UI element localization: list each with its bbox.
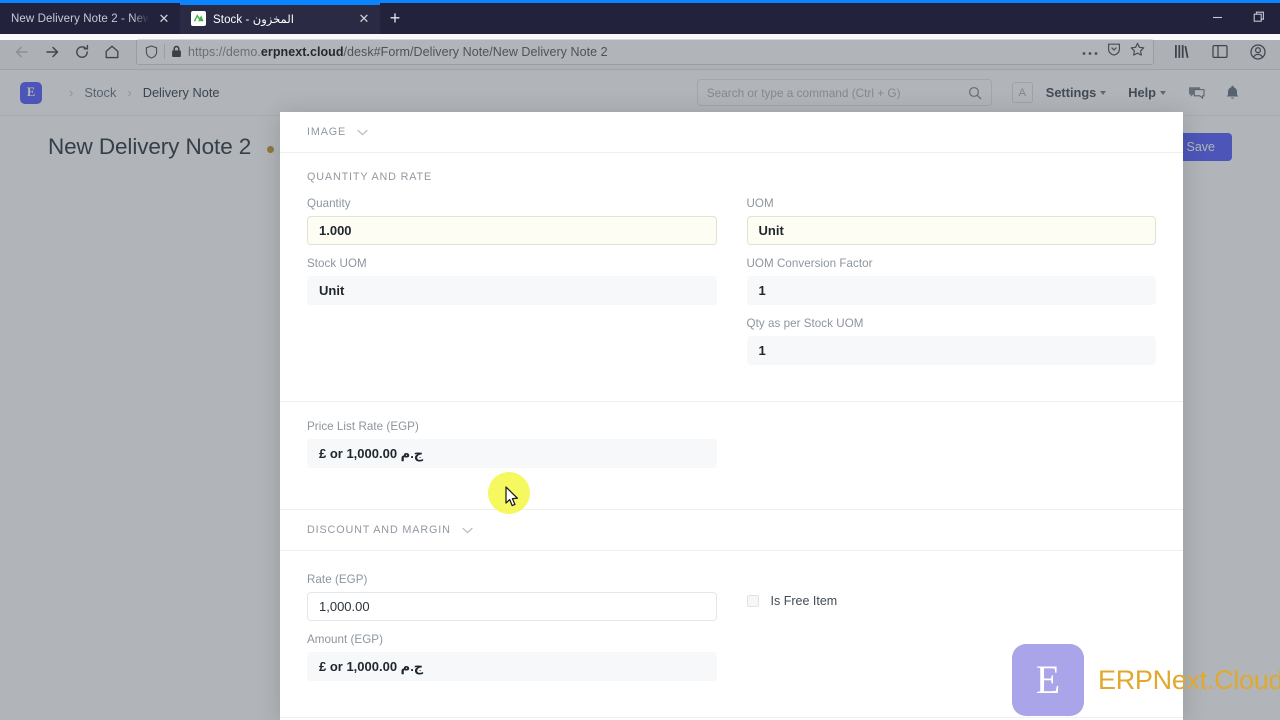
watermark: E ERPNext.Cloud	[1012, 644, 1280, 716]
chevron-down-icon[interactable]	[357, 129, 368, 136]
qty-as-per-stock-uom-value: 1	[746, 336, 1156, 365]
erpnext-favicon-icon	[191, 11, 206, 26]
image-section-label: IMAGE	[307, 126, 347, 138]
field-quantity: Quantity 1.000	[307, 197, 717, 245]
window-controls	[1196, 0, 1280, 34]
field-stock-uom: Stock UOM Unit	[307, 257, 717, 305]
field-price-list-rate-label: Price List Rate (EGP)	[307, 420, 419, 433]
discount-margin-section-label: DISCOUNT AND MARGIN	[307, 524, 451, 536]
browser-window: New Delivery Note 2 - New Del ✕ Stock - …	[0, 0, 1280, 720]
browser-tab-2[interactable]: Stock - المخزون ✕	[180, 3, 380, 34]
chevron-down-icon[interactable]	[462, 527, 473, 534]
price-list-rate-right-column	[747, 420, 1157, 480]
price-list-rate-left-column: Price List Rate (EGP) £ or 1,000.00 ج.م	[307, 420, 717, 480]
rate-amount-left-column: Rate (EGP) 1,000.00 Amount (EGP) £ or 1,…	[307, 573, 717, 693]
field-stock-uom-label: Stock UOM	[307, 257, 367, 270]
field-qty-as-per-stock-uom-label: Qty as per Stock UOM	[746, 317, 864, 330]
amount-value: £ or 1,000.00 ج.م	[307, 652, 717, 681]
field-uom-conversion-factor-label: UOM Conversion Factor	[746, 257, 873, 270]
field-rate-label: Rate (EGP)	[307, 573, 368, 586]
rate-input[interactable]: 1,000.00	[307, 592, 717, 621]
quantity-input[interactable]: 1.000	[307, 216, 717, 245]
new-tab-button[interactable]: +	[380, 3, 410, 34]
close-icon[interactable]: ✕	[356, 11, 372, 27]
quantity-rate-section-header: QUANTITY AND RATE	[307, 157, 1156, 197]
field-uom-conversion-factor: UOM Conversion Factor 1	[746, 257, 1156, 305]
quantity-rate-grid: Quantity 1.000 Stock UOM Unit UOM Unit U…	[280, 197, 1183, 377]
field-qty-as-per-stock-uom: Qty as per Stock UOM 1	[746, 317, 1156, 365]
browser-tab-1-title: New Delivery Note 2 - New Del	[11, 12, 149, 25]
uom-conversion-factor-value: 1	[746, 276, 1156, 305]
browser-tab-2-title: Stock - المخزون	[213, 13, 294, 26]
field-quantity-label: Quantity	[307, 197, 351, 210]
modal-quantity-rate-section: QUANTITY AND RATE	[280, 153, 1183, 197]
item-detail-modal: IMAGE QUANTITY AND RATE Quantity 1.000 S…	[280, 112, 1183, 720]
quantity-rate-left-column: Quantity 1.000 Stock UOM Unit	[307, 197, 717, 377]
modal-image-section: IMAGE	[280, 112, 1183, 152]
field-price-list-rate: Price List Rate (EGP) £ or 1,000.00 ج.م	[307, 420, 717, 468]
quantity-rate-section-label: QUANTITY AND RATE	[307, 171, 433, 183]
field-amount: Amount (EGP) £ or 1,000.00 ج.م	[307, 633, 717, 681]
minimize-icon[interactable]	[1196, 0, 1238, 34]
price-list-rate-grid: Price List Rate (EGP) £ or 1,000.00 ج.م	[280, 402, 1183, 480]
price-list-rate-value: £ or 1,000.00 ج.م	[307, 439, 717, 468]
field-amount-label: Amount (EGP)	[307, 633, 383, 646]
image-section-header[interactable]: IMAGE	[307, 112, 1156, 152]
watermark-logo-icon: E	[1012, 644, 1084, 716]
quantity-rate-right-column: UOM Unit UOM Conversion Factor 1 Qty as …	[746, 197, 1156, 377]
uom-input[interactable]: Unit	[746, 216, 1156, 245]
stock-uom-value: Unit	[307, 276, 717, 305]
browser-tab-1[interactable]: New Delivery Note 2 - New Del ✕	[0, 3, 180, 34]
maximize-restore-icon[interactable]	[1238, 0, 1280, 34]
field-uom-label: UOM	[746, 197, 774, 210]
field-rate: Rate (EGP) 1,000.00	[307, 573, 717, 621]
modal-discount-margin-section: DISCOUNT AND MARGIN	[280, 510, 1183, 550]
is-free-item-checkbox[interactable]	[746, 595, 759, 607]
close-icon[interactable]: ✕	[156, 11, 172, 27]
divider	[280, 717, 1183, 718]
is-free-item-label: Is Free Item	[770, 594, 838, 608]
browser-tab-strip: New Delivery Note 2 - New Del ✕ Stock - …	[0, 0, 1280, 34]
watermark-text: ERPNext.Cloud	[1098, 664, 1280, 695]
field-uom: UOM Unit	[746, 197, 1156, 245]
discount-margin-section-header[interactable]: DISCOUNT AND MARGIN	[307, 510, 1156, 550]
field-is-free-item[interactable]: Is Free Item	[746, 573, 1157, 608]
